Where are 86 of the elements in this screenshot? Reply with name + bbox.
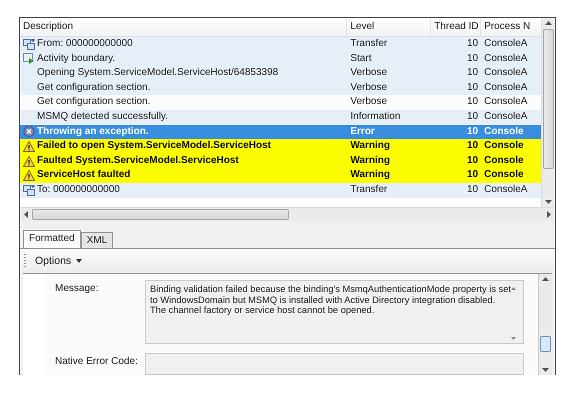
table-cell-text: ConsoleA	[483, 182, 528, 197]
scroll-thumb[interactable]	[543, 29, 554, 169]
table-row[interactable]: ServiceHost faulted Warning 10 Console	[20, 168, 541, 183]
caret-icon	[76, 259, 82, 263]
scroll-up-icon[interactable]	[511, 287, 516, 290]
table-cell-text: To: 000000000000	[37, 182, 120, 197]
error-icon	[23, 126, 37, 138]
table-cell-text: Get configuration section.	[37, 80, 150, 95]
table-cell-text: Verbose	[349, 80, 388, 95]
table-cell-text: ConsoleA	[483, 80, 528, 95]
table-cell-text: MSMQ detected successfully.	[37, 110, 168, 124]
table-cell-text: 10	[466, 154, 480, 168]
table-cell-text: 10	[466, 37, 480, 51]
table-cell-text: ConsoleA	[483, 110, 528, 124]
table-cell-text: Failed to open System.ServiceModel.ServiceHost	[37, 139, 271, 154]
field-label: Native Error Code:	[55, 355, 139, 369]
scroll-thumb[interactable]	[32, 209, 289, 220]
table-cell-text: Warning	[349, 139, 391, 154]
table-cell-text: ServiceHost faulted	[37, 168, 130, 182]
error-code-field[interactable]	[145, 353, 524, 375]
table-cell-text: ConsoleA	[483, 52, 528, 66]
table-cell-text: Transfer	[349, 37, 388, 51]
table-cell-text: From: 000000000000	[37, 37, 133, 51]
table-cell-text: Verbose	[349, 95, 388, 110]
table-cell-text: Verbose	[349, 66, 388, 80]
table-cell-text: 10	[466, 80, 480, 95]
table-cell-text: Opening System.ServiceModel.ServiceHost/64853398	[37, 66, 278, 80]
table-cell-text: 10	[466, 124, 480, 139]
warning-icon	[23, 140, 37, 152]
scroll-thumb[interactable]	[540, 336, 551, 352]
transfer-icon	[23, 38, 37, 50]
warning-icon	[23, 170, 37, 182]
scroll-up-icon[interactable]	[545, 21, 552, 25]
tab[interactable]: XML	[80, 232, 114, 248]
table-cell-text: 10	[466, 139, 480, 154]
table-cell-text: Console	[483, 154, 525, 168]
table-row[interactable]: Get configuration section. Verbose 10 ConsoleA	[20, 80, 541, 96]
table-row[interactable]: From: 000000000000 Transfer 10 ConsoleA	[20, 37, 541, 52]
table-row[interactable]: Activity boundary. Start 10 ConsoleA	[20, 52, 541, 66]
transfer-icon	[23, 184, 37, 196]
table-cell-text: Transfer	[349, 182, 388, 197]
table-row[interactable]: Failed to open System.ServiceModel.ServiceHost Warning 10 Console	[20, 139, 541, 154]
table-cell-text: 10	[466, 168, 480, 182]
table-cell-text: Error	[349, 124, 376, 139]
table-cell-text: 10	[466, 95, 480, 110]
column-header[interactable]: Process N	[481, 18, 541, 36]
table-cell-text: Faulted System.ServiceModel.ServiceHost	[37, 154, 239, 168]
options-menu[interactable]: Options	[32, 253, 86, 269]
table-cell-text: Console	[483, 124, 525, 139]
table-cell-text: 10	[466, 52, 480, 66]
table-cell-text: Information	[349, 110, 402, 124]
scroll-down-icon[interactable]	[511, 337, 516, 340]
table-cell-text: Warning	[349, 168, 391, 182]
warning-icon	[23, 156, 37, 167]
table-cell-text: Get configuration section.	[37, 95, 150, 110]
table-row[interactable]: To: 000000000000 Transfer 10 ConsoleA	[20, 182, 541, 198]
table-cell-text: Activity boundary.	[37, 52, 116, 66]
message-field[interactable]: Binding validation failed because the binding's MsmqAuthenticationMode property is set to WindowsDomain but MSMQ is installed with Active Directory integration disabled. The channel factory or service host cannot be opened.	[145, 280, 524, 344]
table-row[interactable]: Faulted System.ServiceModel.ServiceHost Warning 10 Console	[20, 154, 541, 168]
scroll-up-icon[interactable]	[542, 277, 549, 281]
scroll-down-icon[interactable]	[542, 368, 549, 372]
vertical-scrollbar[interactable]	[538, 274, 552, 375]
table-row[interactable]: Opening System.ServiceModel.ServiceHost/64853398 Verbose 10 ConsoleA	[20, 66, 541, 81]
tab[interactable]: Formatted	[23, 230, 81, 248]
table-cell-text: 10	[466, 182, 480, 197]
scroll-left-icon[interactable]	[24, 211, 28, 218]
field-label: Message:	[55, 282, 100, 296]
table-cell-text: ConsoleA	[483, 37, 528, 51]
table-row[interactable]: Get configuration section. Verbose 10 ConsoleA	[20, 95, 541, 110]
column-header[interactable]: Description	[20, 18, 348, 36]
horizontal-scrollbar[interactable]	[20, 207, 555, 221]
table-cell-text: Console	[483, 168, 525, 182]
table-cell-text: 10	[466, 110, 480, 124]
table-cell-text: Warning	[349, 154, 391, 168]
table-cell-text: ConsoleA	[483, 66, 528, 80]
vertical-scrollbar[interactable]	[541, 18, 555, 207]
table-row[interactable]: MSMQ detected successfully. Information 10 ConsoleA	[20, 110, 541, 125]
table-cell-text: 10	[466, 66, 480, 80]
column-header[interactable]: Thread ID	[431, 18, 482, 36]
column-header[interactable]: Level	[347, 18, 432, 36]
scroll-down-icon[interactable]	[545, 200, 552, 204]
table-cell-text: Start	[349, 52, 372, 66]
table-cell-text: ConsoleA	[483, 95, 528, 110]
scroll-right-icon[interactable]	[547, 211, 551, 218]
table-cell-text: Console	[483, 139, 525, 154]
table-cell-text: Throwing an exception.	[37, 124, 149, 139]
